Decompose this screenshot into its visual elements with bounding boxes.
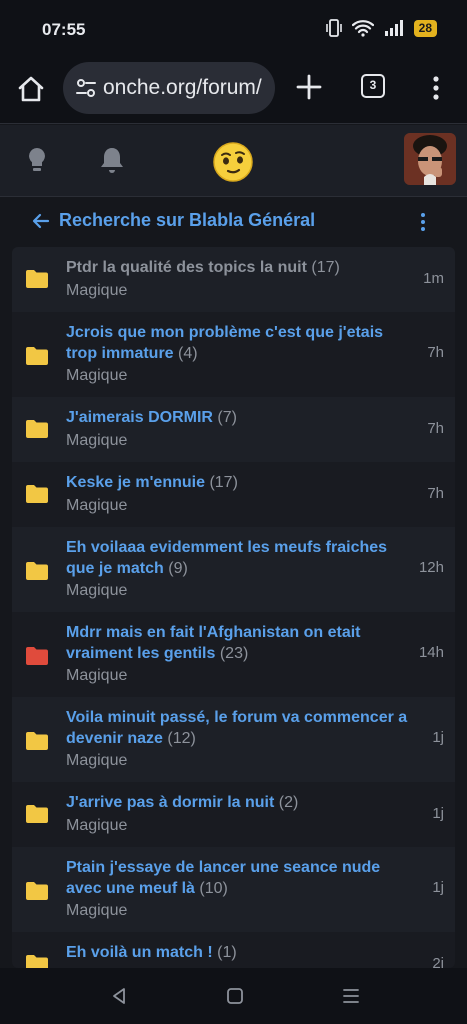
topic-author[interactable]: Magique <box>66 432 127 450</box>
site-header <box>0 125 467 197</box>
page-title-row: Recherche sur Blabla Général <box>0 197 467 247</box>
topic-age: 14h <box>418 644 444 661</box>
url-text: onche.org/forum/ <box>103 76 262 99</box>
recent-apps-icon[interactable] <box>342 987 360 1005</box>
signal-icon <box>384 20 403 36</box>
status-icons: 28 <box>325 19 437 37</box>
lightbulb-icon[interactable] <box>25 146 49 174</box>
topic-age: 1j <box>432 729 444 746</box>
topic-row[interactable]: Mdrr mais en fait l'Afghanistan on etait… <box>12 612 455 697</box>
folder-icon <box>26 420 48 438</box>
bell-icon[interactable] <box>99 146 125 174</box>
home-icon[interactable] <box>16 74 46 104</box>
topic-age: 12h <box>418 559 444 576</box>
topic-row[interactable]: J'arrive pas à dormir la nuit (2) Magique… <box>12 782 455 847</box>
topic-title-text: J'arrive pas à dormir la nuit <box>66 794 275 811</box>
topic-title-text: Ptdr la qualité des topics la nuit <box>66 259 307 276</box>
folder-icon <box>26 347 48 365</box>
topic-title-link[interactable]: Mdrr mais en fait l'Afghanistan on etait… <box>66 622 411 664</box>
topic-row[interactable]: Jcrois que mon problème c'est que j'etai… <box>12 312 455 397</box>
topic-row[interactable]: J'aimerais DORMIR (7) Magique 7h <box>12 397 455 462</box>
folder-icon <box>26 732 48 750</box>
topic-title-link[interactable]: Keske je m'ennuie (17) <box>66 472 411 493</box>
topic-reply-count: (23) <box>219 645 249 662</box>
page-title: Recherche sur Blabla Général <box>59 210 316 230</box>
topic-title-link[interactable]: Eh voilà un match ! (1) <box>66 942 411 963</box>
battery-indicator: 28 <box>413 19 437 37</box>
browser-toolbar: onche.org/forum/ 3 <box>0 56 467 124</box>
folder-icon <box>26 955 48 968</box>
topic-title-text: J'aimerais DORMIR <box>66 409 213 426</box>
address-bar[interactable]: onche.org/forum/ <box>63 62 275 114</box>
topic-author[interactable]: Magique <box>66 667 127 685</box>
topic-title-link[interactable]: J'aimerais DORMIR (7) <box>66 407 411 428</box>
topic-row[interactable]: Keske je m'ennuie (17) Magique 7h <box>12 462 455 527</box>
topic-author[interactable]: Magique <box>66 367 127 385</box>
vibrate-icon <box>325 19 342 37</box>
topic-title-text: Keske je m'ennuie <box>66 474 205 491</box>
topic-age: 1j <box>432 879 444 896</box>
topic-reply-count: (2) <box>278 794 299 811</box>
topic-age: 7h <box>427 420 444 437</box>
topic-reply-count: (12) <box>167 730 196 747</box>
topic-row[interactable]: Ptdr la qualité des topics la nuit (17) M… <box>12 247 455 312</box>
folder-icon <box>26 485 48 503</box>
site-settings-icon[interactable] <box>75 77 97 99</box>
topic-title-text: Jcrois que mon problème c'est que j'etai… <box>66 324 384 362</box>
home-nav-icon[interactable] <box>226 987 244 1005</box>
wifi-icon <box>351 20 374 37</box>
system-nav-bar <box>0 968 467 1024</box>
topic-title-text: Voila minuit passé, le forum va commence… <box>66 709 408 747</box>
topic-reply-count: (7) <box>217 409 237 426</box>
topic-author[interactable]: Magique <box>66 497 127 515</box>
topic-author[interactable]: Magique <box>66 752 127 770</box>
status-bar: 07:55 28 <box>0 0 467 56</box>
topic-age: 2j <box>432 955 444 968</box>
topic-row[interactable]: Eh voilà un match ! (1)Magique2j <box>12 932 455 968</box>
topic-title-link[interactable]: Ptdr la qualité des topics la nuit (17) <box>66 257 411 278</box>
topic-author[interactable]: Magique <box>66 817 127 835</box>
back-arrow-icon[interactable] <box>32 212 50 230</box>
topic-title-text: Eh voilaaa evidemment les meufs fraiches… <box>66 539 388 577</box>
topic-author[interactable]: Magique <box>66 582 127 600</box>
topic-title-link[interactable]: J'arrive pas à dormir la nuit (2) <box>66 792 411 813</box>
topic-title-link[interactable]: Jcrois que mon problème c'est que j'etai… <box>66 322 411 364</box>
topic-title-link[interactable]: Eh voilaaa evidemment les meufs fraiches… <box>66 537 411 579</box>
browser-menu-icon[interactable] <box>424 74 448 102</box>
status-time: 07:55 <box>42 20 86 39</box>
topic-title-text: Mdrr mais en fait l'Afghanistan on etait… <box>66 624 361 662</box>
folder-hot-icon <box>26 647 48 665</box>
topic-reply-count: (9) <box>168 560 188 577</box>
folder-icon <box>26 270 48 288</box>
topic-author[interactable]: Magique <box>66 282 127 300</box>
new-tab-icon[interactable] <box>295 73 323 101</box>
smiley-logo[interactable] <box>212 141 254 183</box>
back-icon[interactable] <box>110 987 128 1005</box>
topic-title-link[interactable]: Ptain j'essaye de lancer une seance nude… <box>66 857 411 899</box>
topic-list: Ptdr la qualité des topics la nuit (17) M… <box>12 247 455 968</box>
topic-title-text: Eh voilà un match ! <box>66 944 213 961</box>
topic-age: 7h <box>427 344 444 361</box>
topic-title-link[interactable]: Voila minuit passé, le forum va commence… <box>66 707 411 749</box>
topic-reply-count: (17) <box>209 474 238 491</box>
topic-reply-count: (17) <box>311 259 340 276</box>
topic-reply-count: (4) <box>178 345 198 362</box>
topic-author[interactable]: Magique <box>66 902 127 920</box>
folder-icon <box>26 562 48 580</box>
topic-reply-count: (10) <box>199 880 228 897</box>
topic-row[interactable]: Voila minuit passé, le forum va commence… <box>12 697 455 782</box>
more-options-icon[interactable] <box>418 212 428 232</box>
topic-age: 1m <box>423 270 444 287</box>
folder-icon <box>26 805 48 823</box>
tab-switcher-button[interactable]: 3 <box>361 74 385 98</box>
topic-reply-count: (1) <box>217 944 237 961</box>
topic-age: 7h <box>427 485 444 502</box>
topic-row[interactable]: Eh voilaaa evidemment les meufs fraiches… <box>12 527 455 612</box>
folder-icon <box>26 882 48 900</box>
topic-age: 1j <box>432 805 444 822</box>
avatar[interactable] <box>404 133 456 185</box>
topic-row[interactable]: Ptain j'essaye de lancer une seance nude… <box>12 847 455 932</box>
